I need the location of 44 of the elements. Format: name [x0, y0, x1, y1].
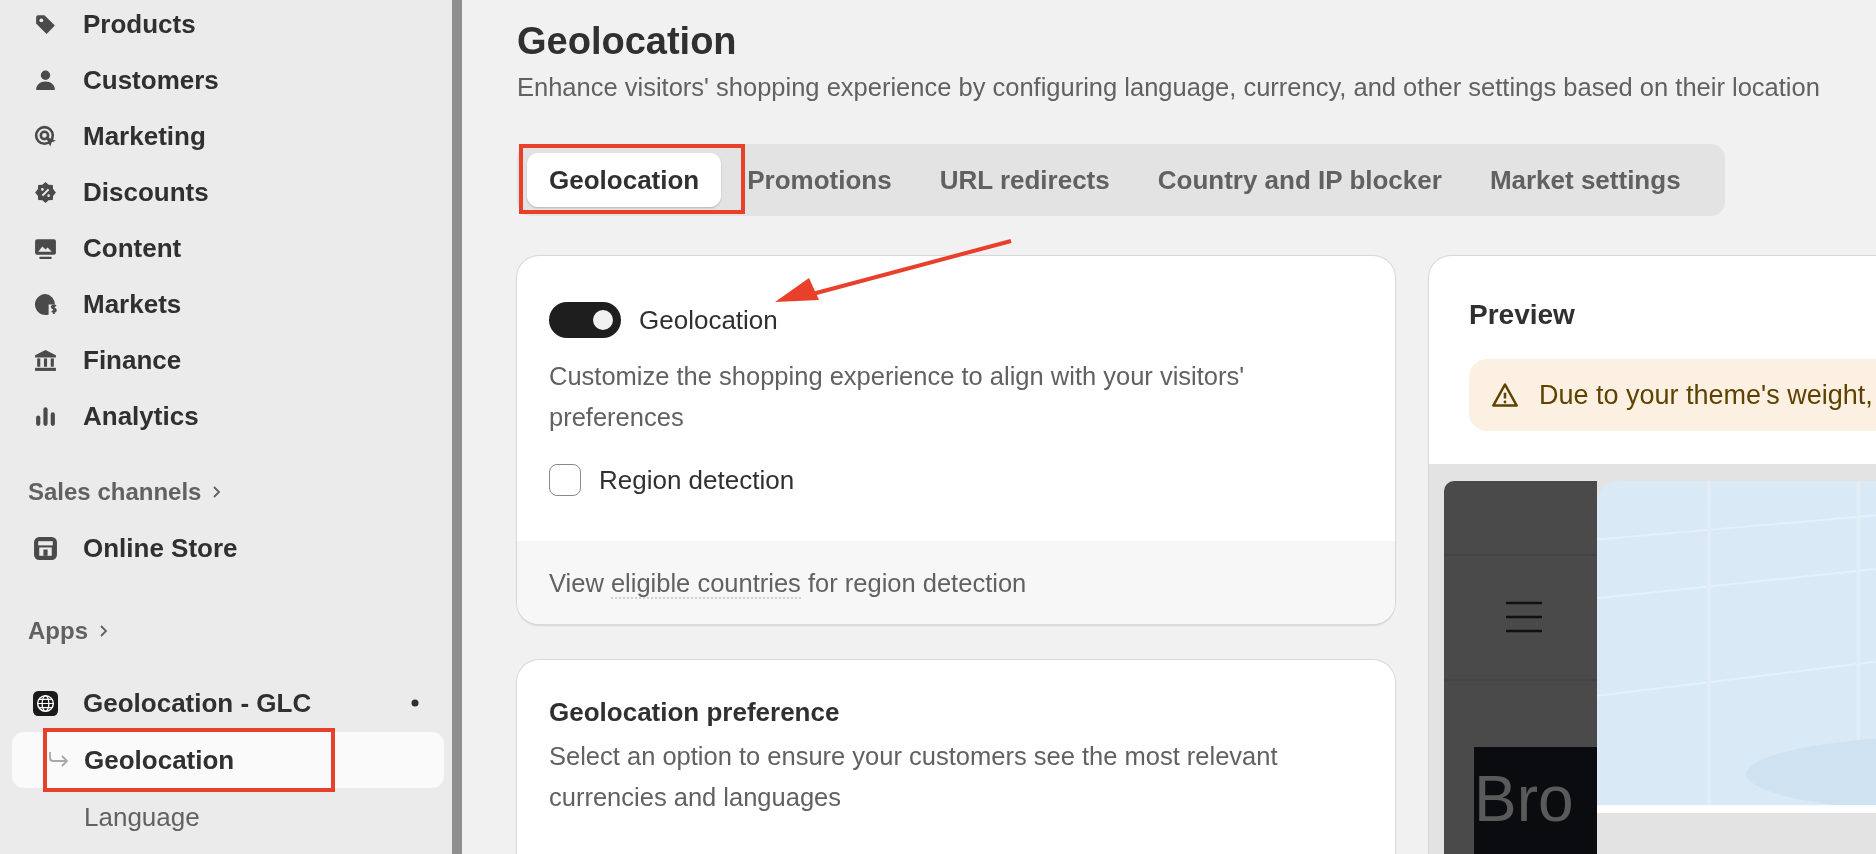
card-title: Geolocation preference	[549, 696, 841, 728]
target-cursor-icon	[33, 123, 58, 149]
description: Select an option to ensure your customers see the most relevant currencies and languages	[549, 741, 1279, 813]
return-arrow-icon	[48, 752, 70, 768]
description: Customize the shopping experience to align with your visitors' preferences	[549, 361, 1246, 433]
nav-item[interactable]: Markets	[0, 276, 452, 332]
nav-item[interactable]: Analytics	[0, 388, 452, 444]
nav-item[interactable]: Online Store	[0, 520, 452, 576]
section-link[interactable]: Apps	[0, 609, 108, 653]
nav-item[interactable]: Customers	[0, 52, 452, 108]
tab[interactable]: Promotions	[725, 153, 914, 207]
hero-text: Bro	[1474, 761, 1574, 837]
dot-icon	[411, 699, 419, 707]
nav-item[interactable]: Content	[0, 220, 452, 276]
tab[interactable]: Market settings	[1467, 153, 1703, 207]
globe-dollar-icon	[33, 291, 58, 317]
tab[interactable]: Geolocation	[527, 153, 722, 207]
nav-item[interactable]: Products	[0, 0, 452, 52]
page-title: Geolocation	[517, 19, 738, 64]
nav-item[interactable]: Marketing	[0, 108, 452, 164]
sub-nav-item[interactable]: Language	[12, 789, 444, 845]
nav-item[interactable]: Finance	[0, 332, 452, 388]
card-title: Preview	[1468, 298, 1576, 332]
tab[interactable]: Country and IP blocker	[1135, 153, 1464, 207]
toggle-label: Geolocation	[639, 304, 778, 336]
page-subtitle: Enhance visitors' shopping experience by configuring language, currency, and other settings based on their location	[517, 72, 1821, 103]
nav-item[interactable]: Discounts	[0, 164, 452, 220]
checkbox[interactable]	[549, 464, 581, 496]
chevron-right-icon	[211, 485, 222, 499]
menu-icon[interactable]	[1505, 601, 1543, 634]
chevron-right-icon	[98, 624, 108, 638]
toggle-switch[interactable]	[549, 302, 621, 338]
warning-text: Due to your theme's weight,	[1539, 379, 1873, 411]
section-link[interactable]: Sales channels	[0, 470, 222, 514]
tab[interactable]: URL redirects	[917, 153, 1132, 207]
badge-percent-icon	[33, 179, 58, 205]
storefront-icon	[33, 535, 58, 561]
globe-app-icon	[33, 690, 58, 716]
checkbox-label: Region detection	[599, 464, 795, 496]
footer-text: View eligible countries for region detection	[549, 568, 1028, 601]
app-item[interactable]: Geolocation - GLC	[0, 675, 452, 731]
warning-icon	[1491, 381, 1519, 409]
bank-icon	[33, 347, 58, 373]
link[interactable]: eligible countries	[610, 569, 801, 599]
